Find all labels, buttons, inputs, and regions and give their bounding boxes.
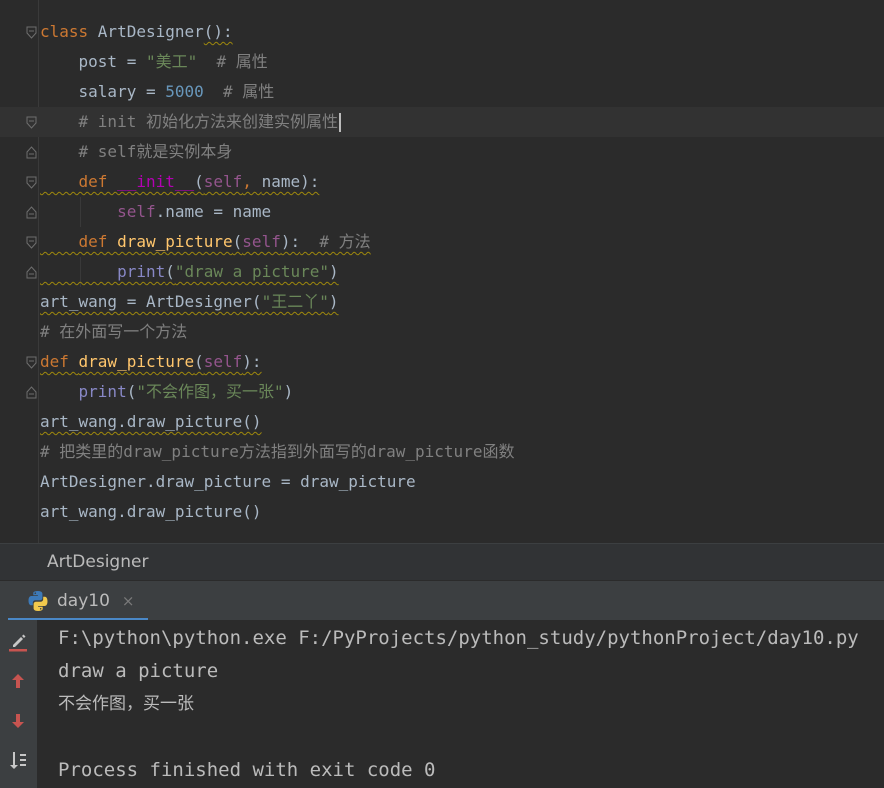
sort-icon[interactable] <box>6 748 30 772</box>
console-line: 不会作图，买一张 <box>58 694 194 714</box>
code-token: # 属性 <box>197 52 268 71</box>
console-toolbar <box>0 620 37 788</box>
code-token: ArtDesigner.draw_picture = draw_picture <box>40 472 416 491</box>
tab-label: day10 <box>57 591 110 611</box>
code-token: print <box>40 382 127 401</box>
code-token: ( <box>232 232 243 251</box>
code-token: draw_picture <box>78 352 195 371</box>
breadcrumb[interactable]: ArtDesigner <box>47 544 148 581</box>
console-line: F:\python\python.exe F:/PyProjects/pytho… <box>58 627 859 649</box>
code-line[interactable]: def draw_picture(self): # 方法 <box>40 227 371 257</box>
code-token: ArtDesigner <box>97 22 204 41</box>
fold-icon[interactable] <box>26 116 37 129</box>
code-token: self <box>242 232 281 251</box>
gutter-divider <box>38 0 39 543</box>
fold-icon[interactable] <box>26 176 37 189</box>
code-token: __init__ <box>117 172 195 191</box>
console-line: Process finished with exit code 0 <box>58 759 436 781</box>
code-token: 5000 <box>165 82 204 101</box>
down-arrow-icon[interactable] <box>6 709 30 733</box>
run-tab-bar: day10 × <box>0 580 884 621</box>
breadcrumb-bar: ArtDesigner <box>0 543 884 581</box>
code-token: # 在外面写一个方法 <box>40 322 188 341</box>
code-token: class <box>40 22 98 41</box>
code-token: art_wang = ArtDesigner( <box>40 292 262 311</box>
code-token: ( <box>194 172 204 191</box>
code-token: "王二丫" <box>261 292 329 311</box>
code-line[interactable]: class ArtDesigner(): <box>40 17 233 47</box>
code-line[interactable]: print("不会作图，买一张") <box>40 377 294 407</box>
code-token: ( <box>194 352 204 371</box>
fold-end-icon[interactable] <box>26 146 37 159</box>
code-token: ) <box>328 292 339 311</box>
code-token: .name = name <box>155 202 272 221</box>
code-token: def <box>40 172 118 191</box>
code-line[interactable]: def __init__(self, name): <box>40 167 320 197</box>
tab-day10[interactable]: day10 × <box>27 581 134 621</box>
code-token: self <box>40 202 156 221</box>
code-line[interactable]: ArtDesigner.draw_picture = draw_picture <box>40 467 416 497</box>
close-icon[interactable]: × <box>122 592 135 610</box>
code-token: self <box>203 352 243 371</box>
code-token: "不会作图，买一张" <box>136 382 284 401</box>
code-token: self <box>203 172 243 191</box>
code-token: ( <box>126 382 137 401</box>
edit-pencil-icon[interactable] <box>6 629 30 653</box>
code-token: art_wang.draw_picture() <box>40 412 262 431</box>
code-token: ( <box>165 262 175 281</box>
fold-icon[interactable] <box>26 236 37 249</box>
text-caret <box>338 113 341 132</box>
code-token: # init 初始化方法来创建实例属性 <box>40 112 338 131</box>
console-line: draw a picture <box>58 660 219 682</box>
code-line[interactable]: def draw_picture(self): <box>40 347 262 377</box>
code-line[interactable]: art_wang = ArtDesigner("王二丫") <box>40 287 338 317</box>
fold-icon[interactable] <box>26 26 37 39</box>
code-token: "draw a picture" <box>174 262 329 281</box>
code-line[interactable]: print("draw a picture") <box>40 257 339 287</box>
code-token: ) <box>283 382 294 401</box>
code-editor[interactable]: class ArtDesigner(): post = "美工" # 属性 sa… <box>0 0 884 543</box>
code-token: , <box>242 172 262 191</box>
code-token: post = <box>40 52 146 71</box>
code-token: draw_picture <box>117 232 233 251</box>
code-token: salary = <box>40 82 166 101</box>
code-token: "美工" <box>145 52 198 71</box>
code-token: ): <box>280 232 301 251</box>
code-line[interactable]: self.name = name <box>40 197 271 227</box>
code-line[interactable]: # init 初始化方法来创建实例属性 <box>40 107 341 137</box>
code-token: # 方法 <box>300 232 371 251</box>
code-line[interactable]: # 在外面写一个方法 <box>40 317 187 347</box>
fold-end-icon[interactable] <box>26 386 37 399</box>
code-token: def <box>40 352 79 371</box>
code-token: print <box>40 262 166 281</box>
code-line[interactable]: post = "美工" # 属性 <box>40 47 268 77</box>
code-token: ): <box>242 352 262 371</box>
fold-end-icon[interactable] <box>26 206 37 219</box>
code-token: # 把类里的draw_picture方法指到外面写的draw_picture函数 <box>40 442 515 461</box>
run-console[interactable]: F:\python\python.exe F:/PyProjects/pytho… <box>0 620 884 788</box>
code-token: name): <box>261 172 320 191</box>
python-icon <box>28 591 48 611</box>
code-token: art_wang.draw_picture() <box>40 502 262 521</box>
code-line[interactable]: art_wang.draw_picture() <box>40 497 262 527</box>
code-token: # 属性 <box>203 82 275 101</box>
code-line[interactable]: # self就是实例本身 <box>40 137 233 167</box>
code-line[interactable]: # 把类里的draw_picture方法指到外面写的draw_picture函数 <box>40 437 514 467</box>
code-line[interactable]: salary = 5000 # 属性 <box>40 77 275 107</box>
fold-icon[interactable] <box>26 356 37 369</box>
code-token: # self就是实例本身 <box>40 142 233 161</box>
fold-end-icon[interactable] <box>26 266 37 279</box>
code-line[interactable]: art_wang.draw_picture() <box>40 407 262 437</box>
code-token: def <box>40 232 118 251</box>
code-token: (): <box>203 22 233 41</box>
up-arrow-icon[interactable] <box>6 669 30 693</box>
code-token: ) <box>329 262 339 281</box>
